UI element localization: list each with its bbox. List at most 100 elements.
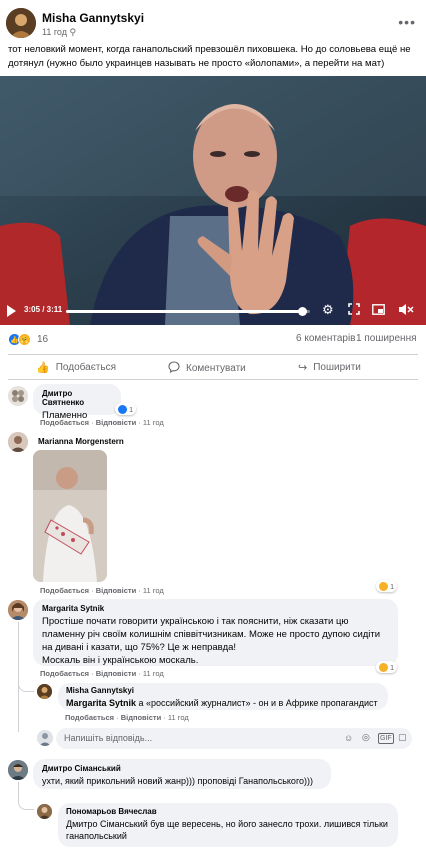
comment-meta: Подобається · Відповісти · 11 год xyxy=(65,713,189,722)
video-player[interactable]: 3:05 / 3:11 ⚙ xyxy=(0,76,426,325)
comment-reply-link[interactable]: Відповісти xyxy=(96,418,137,427)
comment-text-body: а «российский журналист» - он и в Африке… xyxy=(136,698,378,708)
reply-input[interactable]: Напишіть відповідь... ☺ ◎ GIF ▢ xyxy=(56,728,412,749)
meta-separator: · xyxy=(138,669,141,678)
post-time-text: 11 год xyxy=(42,27,67,37)
comment-time[interactable]: 11 год xyxy=(143,669,164,678)
comment-author[interactable]: Margarita Sytnik xyxy=(42,604,389,613)
haha-reaction-icon xyxy=(379,662,388,672)
video-progress-fill xyxy=(66,310,303,313)
meta-separator: · xyxy=(163,713,166,722)
author-avatar[interactable] xyxy=(6,8,36,38)
video-time: 3:05 / 3:11 xyxy=(24,305,63,314)
reply-thread-connector xyxy=(18,682,34,692)
like-reaction-icon xyxy=(118,404,127,414)
meta-separator: · xyxy=(91,418,94,427)
comment-reaction-count: 1 xyxy=(390,581,395,591)
play-icon[interactable] xyxy=(7,305,16,317)
gif-icon[interactable]: GIF xyxy=(378,733,394,744)
haha-reaction-icon xyxy=(379,581,388,591)
like-label: Подобається xyxy=(55,362,116,373)
reply-thread-line xyxy=(18,782,19,800)
comment-bubble: Дмитро Сіманський ухти, який прикольний … xyxy=(33,759,331,789)
meta-separator: · xyxy=(91,669,94,678)
post-timestamp[interactable]: 11 год ⚲ xyxy=(42,27,76,38)
comment-mention[interactable]: Margarita Sytnik xyxy=(66,698,136,708)
comment-reactions-badge[interactable]: 1 xyxy=(376,661,398,673)
thumbs-up-icon: 👍 xyxy=(36,362,50,374)
comment-bubble-icon xyxy=(168,361,180,376)
comment-bubble: Misha Gannytskyi Margarita Sytnik а «рос… xyxy=(58,683,388,710)
comment-meta: Подобається · Відповісти · 11 год xyxy=(40,418,164,427)
comment-reply-link[interactable]: Відповісти xyxy=(96,669,137,678)
share-arrow-icon: ↪ xyxy=(298,362,308,374)
share-button[interactable]: ↪ Поширити xyxy=(298,361,361,374)
post-header: Misha Gannytskyi 11 год ⚲ ••• xyxy=(6,8,420,38)
commenter-avatar[interactable] xyxy=(37,684,52,699)
comment-label: Коментувати xyxy=(186,363,246,374)
mute-icon[interactable] xyxy=(398,303,414,316)
comment-meta: Подобається · Відповісти · 11 год xyxy=(40,586,164,595)
care-reaction-icon: 🤗 xyxy=(18,333,31,346)
comment-bubble: Пономарьов Вячеслав Дмитро Сіманський бу… xyxy=(58,803,398,847)
fullscreen-icon[interactable] xyxy=(348,303,360,315)
comment-bubble: Margarita Sytnik Простіше почати говорит… xyxy=(33,599,398,666)
reactions-count: 16 xyxy=(37,334,49,345)
comment-author[interactable]: Дмитро Святненко xyxy=(42,389,112,407)
post-more-options-icon[interactable]: ••• xyxy=(398,14,416,30)
pip-icon[interactable] xyxy=(372,304,385,315)
commenter-avatar[interactable] xyxy=(37,804,52,819)
meta-separator: · xyxy=(138,418,141,427)
comment-author[interactable]: Дмитро Сіманський xyxy=(42,764,322,773)
reply-input-placeholder: Напишіть відповідь... xyxy=(64,733,153,743)
meta-separator: · xyxy=(138,586,141,595)
comment-reply-link[interactable]: Відповісти xyxy=(121,713,162,722)
reply-thread-line xyxy=(18,622,19,732)
meta-separator: · xyxy=(91,586,94,595)
comment-time[interactable]: 11 год xyxy=(143,418,164,427)
sticker-icon[interactable]: ▢ xyxy=(398,732,407,743)
comment-like-link[interactable]: Подобається xyxy=(65,713,114,722)
comment-time[interactable]: 11 год xyxy=(168,713,189,722)
comment-reaction-count: 1 xyxy=(129,404,134,414)
comment-author[interactable]: Пономарьов Вячеслав xyxy=(66,807,390,816)
like-button[interactable]: 👍 Подобається xyxy=(36,361,116,374)
comment-text: Простіше почати говорити українською і т… xyxy=(42,616,381,666)
comment-meta: Подобається · Відповісти · 11 год xyxy=(40,669,164,678)
comment-like-link[interactable]: Подобається xyxy=(40,586,89,595)
comment-author[interactable]: Misha Gannytskyi xyxy=(66,686,380,695)
comment-like-link[interactable]: Подобається xyxy=(40,669,89,678)
commenter-avatar[interactable] xyxy=(8,432,28,452)
comment-author[interactable]: Marianna Morgenstern xyxy=(38,437,124,446)
comment-reply-link[interactable]: Відповісти xyxy=(96,586,137,595)
post-actions: 👍 Подобається Коментувати ↪ Поширити xyxy=(8,354,418,380)
camera-icon[interactable]: ◎ xyxy=(362,732,370,743)
comment-reactions-badge[interactable]: 1 xyxy=(115,403,137,415)
video-progress-track[interactable] xyxy=(66,307,310,316)
comment-photo[interactable] xyxy=(33,450,107,582)
reply-thread-connector xyxy=(18,800,34,810)
commenter-avatar[interactable] xyxy=(8,760,28,780)
post-text: тот неловкий момент, когда ганапольский … xyxy=(8,44,411,69)
settings-gear-icon[interactable]: ⚙ xyxy=(322,302,334,318)
commenter-avatar[interactable] xyxy=(8,386,28,406)
meta-separator: · xyxy=(116,713,119,722)
commenter-avatar[interactable] xyxy=(8,600,28,620)
video-frame xyxy=(0,76,426,325)
post-stats: 👍 🤗 16 6 коментарів 1 поширення xyxy=(8,332,418,348)
shares-count[interactable]: 1 поширення xyxy=(356,333,417,344)
comment-button[interactable]: Коментувати xyxy=(168,361,246,376)
comment-like-link[interactable]: Подобається xyxy=(40,418,89,427)
comment-text: Margarita Sytnik а «российский журналист… xyxy=(66,698,378,708)
reactions-summary[interactable]: 👍 🤗 16 xyxy=(8,333,48,346)
share-label: Поширити xyxy=(313,362,361,373)
comment-time[interactable]: 11 год xyxy=(143,586,164,595)
facebook-post: Misha Gannytskyi 11 год ⚲ ••• тот неловк… xyxy=(0,0,426,848)
comment-text: ухти, який прикольний новий жанр))) проп… xyxy=(42,776,314,786)
emoji-icon[interactable]: ☺ xyxy=(344,733,353,743)
post-author-name[interactable]: Misha Gannytskyi xyxy=(42,11,144,25)
comments-count[interactable]: 6 коментарів xyxy=(296,333,355,344)
comment-reactions-badge[interactable]: 1 xyxy=(376,580,398,592)
comment-text: Дмитро Сіманський був ще вересень, но йо… xyxy=(66,819,388,841)
video-progress-handle[interactable] xyxy=(298,307,308,316)
